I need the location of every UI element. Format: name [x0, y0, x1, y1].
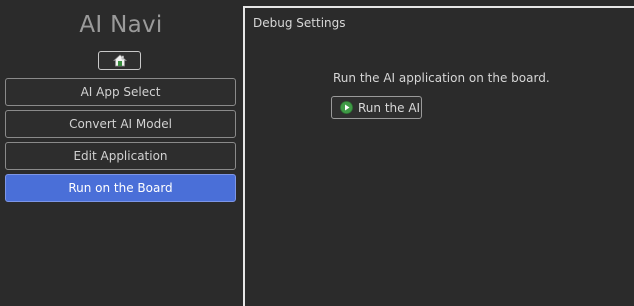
panel-title: Debug Settings [253, 16, 346, 30]
main-panel: Debug Settings Run the AI application on… [243, 6, 634, 306]
run-ai-button[interactable]: Run the AI [331, 96, 422, 119]
sidebar-item-label: AI App Select [80, 85, 161, 99]
run-ai-button-label: Run the AI [358, 100, 421, 115]
home-button[interactable] [98, 51, 141, 70]
sidebar-item-convert-ai-model[interactable]: Convert AI Model [5, 110, 236, 138]
home-icon [112, 54, 127, 67]
app-title: AI Navi [79, 12, 163, 38]
sidebar: AI Navi AI App Select Convert AI Model E… [0, 0, 242, 306]
sidebar-item-ai-app-select[interactable]: AI App Select [5, 78, 236, 106]
sidebar-item-run-on-the-board[interactable]: Run on the Board [5, 174, 236, 202]
sidebar-item-label: Edit Application [73, 149, 168, 163]
sidebar-item-label: Convert AI Model [69, 117, 172, 131]
description-text: Run the AI application on the board. [333, 71, 550, 85]
sidebar-item-label: Run on the Board [68, 181, 173, 195]
sidebar-item-edit-application[interactable]: Edit Application [5, 142, 236, 170]
play-icon [340, 101, 353, 114]
